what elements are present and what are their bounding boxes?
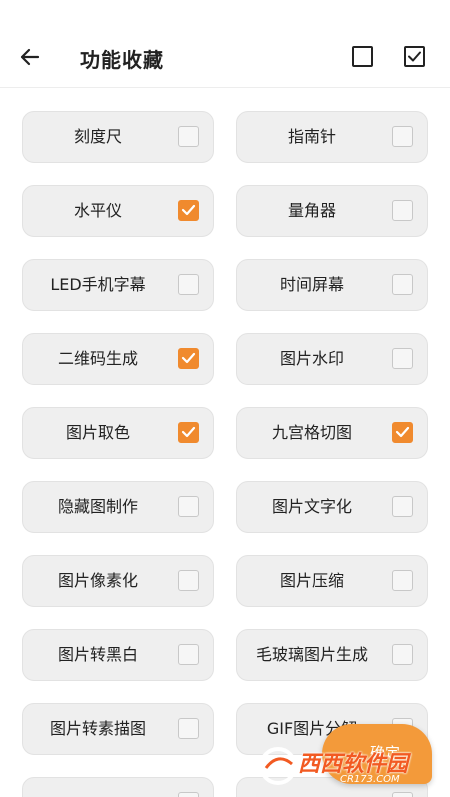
feature-item-label: 图片像素化 xyxy=(57,571,138,590)
feature-checkbox[interactable] xyxy=(392,792,413,797)
feature-checkbox[interactable] xyxy=(392,126,413,147)
checkmark-icon xyxy=(181,204,196,216)
feature-item[interactable]: 毛玻璃图片生成 xyxy=(236,629,428,681)
feature-item[interactable]: 刻度尺 xyxy=(22,111,214,163)
feature-checkbox[interactable] xyxy=(392,644,413,665)
checkmark-icon xyxy=(181,426,196,438)
feature-item-label: 指南针 xyxy=(287,127,336,146)
deselect-all-button[interactable] xyxy=(352,46,373,67)
feature-item[interactable]: 水平仪 xyxy=(22,185,214,237)
select-all-button[interactable] xyxy=(404,46,425,67)
feature-checkbox[interactable] xyxy=(392,570,413,591)
checkmark-icon xyxy=(395,426,410,438)
feature-checkbox[interactable] xyxy=(392,496,413,517)
feature-item[interactable]: LED手机字幕 xyxy=(22,259,214,311)
feature-item[interactable]: 图片转黑白 xyxy=(22,629,214,681)
feature-item-label: 刻度尺 xyxy=(73,127,122,146)
feature-item[interactable]: 图片文字化 xyxy=(236,481,428,533)
feature-item-label: 图片转黑白 xyxy=(57,645,138,664)
feature-item[interactable]: 量角器 xyxy=(236,185,428,237)
feature-item-label: 九宫格切图 xyxy=(271,423,352,442)
feature-item-label: 图片文字化 xyxy=(271,497,352,516)
feature-checkbox[interactable] xyxy=(178,496,199,517)
feature-item-label: 毛玻璃图片生成 xyxy=(255,645,368,664)
feature-checkbox[interactable] xyxy=(392,422,413,443)
feature-checkbox[interactable] xyxy=(178,422,199,443)
feature-item[interactable]: 图片取色 xyxy=(22,407,214,459)
feature-item-label: 时间屏幕 xyxy=(279,275,344,294)
feature-checkbox[interactable] xyxy=(178,274,199,295)
watermark-subtext: CR173.COM xyxy=(340,774,400,785)
watermark: 西西软件园 CR173.COM xyxy=(258,742,436,790)
page-title: 功能收藏 xyxy=(80,48,164,72)
feature-item[interactable]: 隐藏图制作 xyxy=(22,481,214,533)
app-header: 功能收藏 xyxy=(0,0,450,88)
feature-checkbox[interactable] xyxy=(392,274,413,295)
feature-item-label: LED手机字幕 xyxy=(50,275,146,294)
feature-item-label: 二维码生成 xyxy=(57,349,138,368)
feature-checkbox[interactable] xyxy=(392,200,413,221)
feature-item[interactable]: 图片转素描图 xyxy=(22,703,214,755)
feature-item[interactable]: 指南针 xyxy=(236,111,428,163)
feature-item-label: 隐藏图制作 xyxy=(57,497,138,516)
feature-item-label: 图片压缩 xyxy=(279,571,344,590)
feature-checkbox[interactable] xyxy=(178,200,199,221)
feature-item-label: 图片取色 xyxy=(65,423,130,442)
feature-item-label xyxy=(23,778,173,797)
watermark-logo-icon xyxy=(259,747,297,785)
feature-item[interactable]: 图片水印 xyxy=(236,333,428,385)
feature-checkbox[interactable] xyxy=(178,792,199,797)
feature-item[interactable] xyxy=(22,777,214,797)
checked-checkbox-icon xyxy=(408,51,421,62)
feature-item-label: 量角器 xyxy=(287,201,336,220)
feature-checkbox[interactable] xyxy=(178,348,199,369)
feature-checkbox[interactable] xyxy=(178,570,199,591)
feature-checkbox[interactable] xyxy=(178,718,199,739)
feature-item[interactable]: 九宫格切图 xyxy=(236,407,428,459)
feature-item[interactable]: 时间屏幕 xyxy=(236,259,428,311)
feature-checkbox[interactable] xyxy=(178,644,199,665)
arrow-left-icon xyxy=(20,48,40,66)
feature-item[interactable]: 图片压缩 xyxy=(236,555,428,607)
feature-checkbox[interactable] xyxy=(392,348,413,369)
back-button[interactable] xyxy=(14,40,48,74)
checkmark-icon xyxy=(181,352,196,364)
feature-item-label: 水平仪 xyxy=(73,201,122,220)
feature-item-label: 图片水印 xyxy=(279,349,344,368)
feature-checkbox[interactable] xyxy=(178,126,199,147)
feature-item-label: 图片转素描图 xyxy=(49,719,146,738)
feature-item[interactable]: 图片像素化 xyxy=(22,555,214,607)
feature-item[interactable]: 二维码生成 xyxy=(22,333,214,385)
